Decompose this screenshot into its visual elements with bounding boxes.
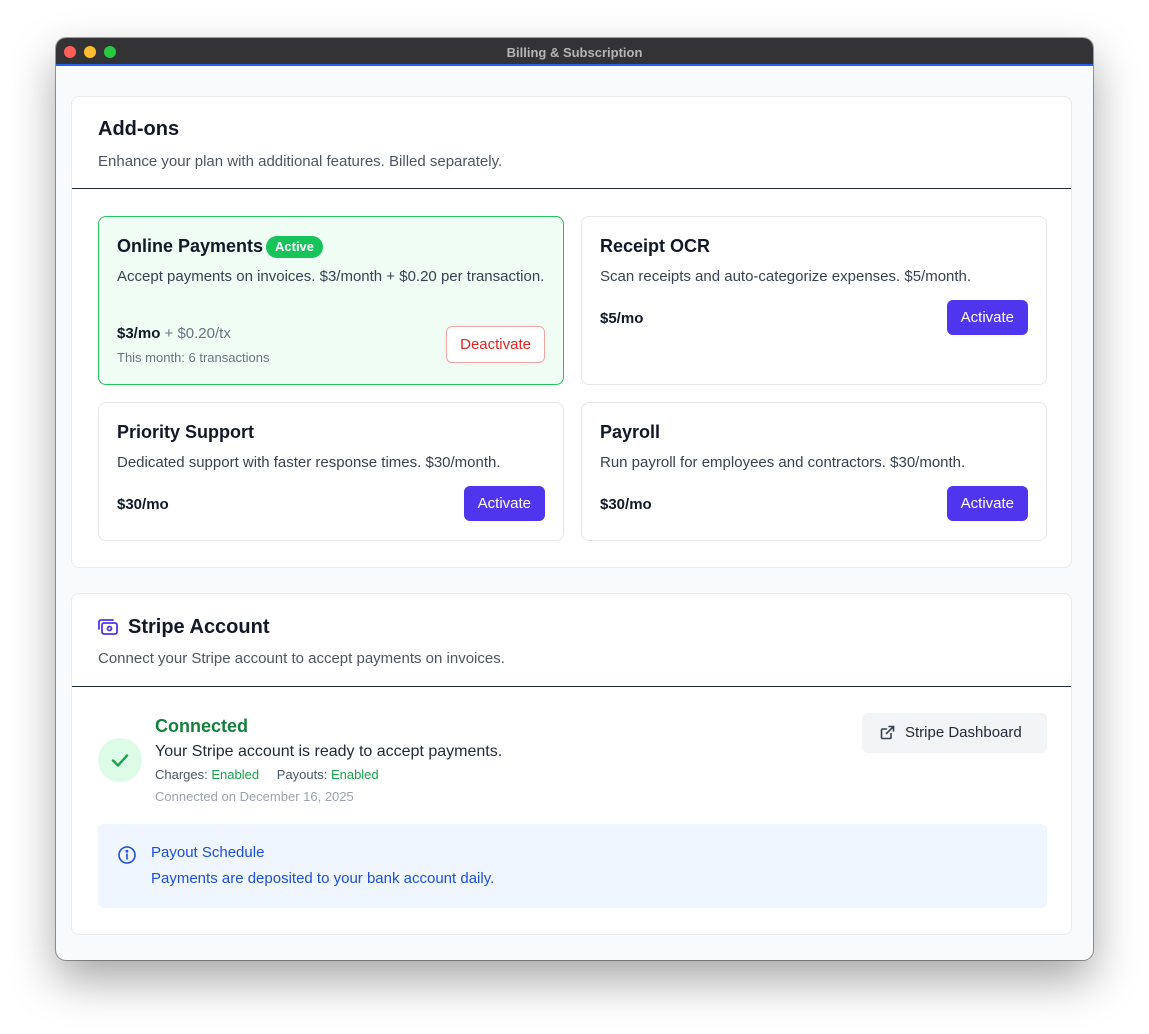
payout-schedule-title: Payout Schedule bbox=[151, 844, 265, 861]
addons-card: Add-ons Enhance your plan with additiona… bbox=[71, 96, 1072, 568]
activate-button[interactable]: Activate bbox=[463, 486, 545, 521]
addon-priority-support: Priority Support Dedicated support with … bbox=[98, 402, 564, 541]
addons-description: Enhance your plan with additional featur… bbox=[98, 153, 503, 170]
payouts-label: Payouts: bbox=[276, 767, 328, 782]
stripe-account-title: Stripe Account bbox=[128, 616, 270, 638]
addon-name: Online Payments bbox=[117, 236, 264, 256]
stripe-divider bbox=[72, 686, 1071, 687]
external-link-icon bbox=[880, 725, 895, 740]
connected-date: Connected on December 16, 2025 bbox=[155, 789, 354, 804]
addon-price: $30/mo bbox=[600, 496, 652, 513]
stripe-dashboard-label: Stripe Dashboard bbox=[905, 724, 1022, 741]
addon-price: $3/mo + $0.20/tx bbox=[117, 325, 231, 342]
addon-payroll: Payroll Run payroll for employees and co… bbox=[581, 402, 1047, 541]
addon-usage: This month: 6 transactions bbox=[117, 350, 270, 365]
payout-schedule-notice: Payout Schedule Payments are deposited t… bbox=[98, 824, 1047, 908]
addon-description: Scan receipts and auto-categorize expens… bbox=[600, 268, 972, 285]
check-icon bbox=[111, 754, 129, 767]
activate-button[interactable]: Activate bbox=[946, 300, 1028, 335]
addon-receipt-ocr: Receipt OCR Scan receipts and auto-categ… bbox=[581, 216, 1047, 385]
stripe-account-card: Stripe Account Connect your Stripe accou… bbox=[71, 593, 1072, 935]
window-title: Billing & Subscription bbox=[506, 45, 643, 60]
payouts-value: Enabled bbox=[330, 767, 379, 782]
price-base: $3/mo bbox=[117, 325, 161, 342]
activate-button[interactable]: Activate bbox=[946, 486, 1028, 521]
addon-name: Receipt OCR bbox=[600, 236, 711, 256]
connected-status-indicator bbox=[98, 738, 142, 782]
charges-value: Enabled bbox=[211, 767, 260, 782]
connection-status: Connected bbox=[155, 716, 249, 736]
addons-divider bbox=[72, 188, 1071, 189]
addon-online-payments: Online Payments Active Accept payments o… bbox=[98, 216, 564, 385]
addon-name: Payroll bbox=[600, 422, 661, 442]
deactivate-button[interactable]: Deactivate bbox=[446, 326, 545, 363]
active-badge: Active bbox=[266, 236, 324, 258]
charges-label: Charges: bbox=[155, 767, 208, 782]
addon-name: Priority Support bbox=[117, 422, 255, 442]
banknote-icon bbox=[98, 618, 118, 636]
addon-description: Dedicated support with faster response t… bbox=[117, 454, 501, 471]
stripe-dashboard-button[interactable]: Stripe Dashboard bbox=[862, 713, 1047, 753]
payout-schedule-text: Payments are deposited to your bank acco… bbox=[151, 870, 495, 887]
addon-description: Accept payments on invoices. $3/month + … bbox=[117, 268, 545, 285]
price-per-transaction: + $0.20/tx bbox=[160, 325, 231, 342]
title-bar: Billing & Subscription bbox=[56, 38, 1093, 66]
addon-price: $30/mo bbox=[117, 496, 169, 513]
addons-title: Add-ons bbox=[98, 118, 180, 140]
capability-status: Charges: Enabled Payouts: Enabled bbox=[155, 767, 379, 782]
stripe-account-description: Connect your Stripe account to accept pa… bbox=[98, 650, 505, 667]
main-content[interactable]: Add-ons Enhance your plan with additiona… bbox=[56, 68, 1093, 960]
info-icon bbox=[118, 846, 136, 864]
connection-message: Your Stripe account is ready to accept p… bbox=[155, 743, 503, 760]
app-window: Billing & Subscription Add-ons Enhance y… bbox=[56, 38, 1093, 960]
addon-description: Run payroll for employees and contractor… bbox=[600, 454, 966, 471]
addon-price: $5/mo bbox=[600, 310, 644, 327]
